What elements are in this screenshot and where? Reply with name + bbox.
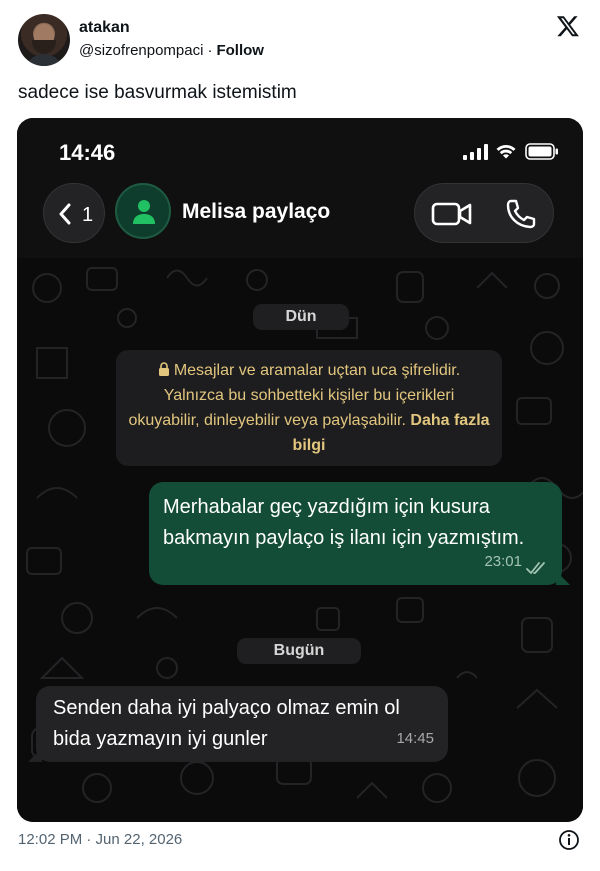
x-logo-icon[interactable]	[556, 14, 580, 38]
person-icon	[133, 200, 155, 224]
encryption-notice[interactable]: Mesajlar ve aramalar uçtan uca şifrelidi…	[116, 350, 502, 466]
status-time: 14:46	[59, 140, 116, 165]
tweet-media[interactable]: 14:46 1 Melisa paylaço Dün Mesajlar ve a…	[17, 118, 583, 822]
message-outgoing[interactable]: Merhabalar geç yazdığım için kusura bakm…	[149, 482, 570, 585]
date-divider-today: Bugün	[237, 638, 361, 664]
battery-icon	[525, 143, 558, 160]
video-call-icon[interactable]	[431, 200, 473, 228]
bubble-tail	[28, 748, 42, 762]
contact-avatar[interactable]	[115, 183, 171, 239]
chat-messages[interactable]: Dün Mesajlar ve aramalar uçtan uca şifre…	[17, 258, 583, 822]
phone-status-bar: 14:46	[17, 118, 583, 178]
tweet-timestamp[interactable]: 12:02 PM · Jun 22, 2026	[18, 831, 182, 848]
message-text: Senden daha iyi palyaço olmaz emin ol bi…	[53, 697, 400, 750]
contact-name[interactable]: Melisa paylaço	[182, 200, 330, 224]
wifi-icon	[496, 144, 516, 159]
follow-button[interactable]: Follow	[216, 42, 264, 59]
author-name[interactable]: atakan	[79, 19, 130, 37]
author-handle-row: @sizofrenpompaci · Follow	[79, 42, 264, 59]
message-time: 14:45	[396, 730, 434, 747]
chevron-left-icon	[59, 203, 71, 225]
author-handle[interactable]: @sizofrenpompaci	[79, 42, 203, 59]
date-divider-yesterday: Dün	[253, 304, 349, 330]
tweet-header: atakan @sizofrenpompaci · Follow	[18, 12, 584, 68]
double-check-icon	[526, 562, 545, 574]
back-button[interactable]: 1	[43, 183, 105, 243]
info-icon[interactable]	[558, 829, 580, 851]
unread-count: 1	[82, 204, 94, 226]
call-actions	[414, 183, 554, 243]
author-avatar[interactable]	[18, 14, 70, 66]
cellular-signal-icon	[463, 144, 488, 160]
chat-header: 1 Melisa paylaço	[17, 178, 583, 258]
lock-icon	[158, 362, 169, 376]
message-incoming[interactable]: Senden daha iyi palyaço olmaz emin ol bi…	[28, 686, 448, 762]
tweet-text: sadece ise basvurmak istemistim	[18, 82, 297, 103]
phone-call-icon[interactable]	[503, 198, 537, 230]
message-time: 23:01	[484, 553, 522, 570]
message-text: Merhabalar geç yazdığım için kusura bakm…	[163, 496, 525, 549]
bubble-tail	[556, 571, 570, 585]
separator-dot: ·	[207, 42, 213, 59]
